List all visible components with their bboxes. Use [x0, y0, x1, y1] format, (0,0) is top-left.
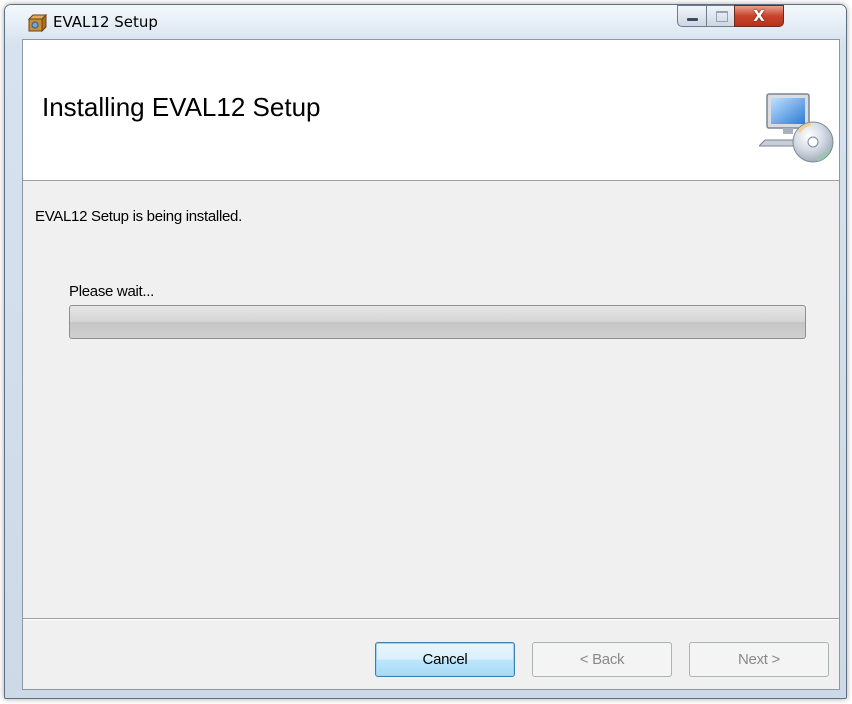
client-area: Installing EVAL12 Setup EVAL12 Setup is …: [22, 39, 840, 690]
minimize-icon: [687, 18, 698, 21]
window-title: EVAL12 Setup: [53, 13, 158, 31]
installer-box-icon: [27, 13, 47, 33]
close-button[interactable]: X: [734, 5, 784, 27]
install-progress-bar: [69, 305, 806, 339]
minimize-button[interactable]: [677, 5, 707, 27]
close-icon: X: [753, 7, 765, 25]
footer-divider: [23, 618, 839, 620]
install-status-text: EVAL12 Setup is being installed.: [35, 208, 242, 225]
back-button[interactable]: < Back: [532, 642, 672, 677]
title-bar[interactable]: EVAL12 Setup X: [5, 5, 846, 37]
installer-window: EVAL12 Setup X Installing EVAL12 Setup E…: [4, 4, 847, 699]
next-button[interactable]: Next >: [689, 642, 829, 677]
please-wait-label: Please wait...: [69, 283, 155, 300]
maximize-button[interactable]: [706, 5, 735, 27]
page-title: Installing EVAL12 Setup: [42, 92, 321, 122]
computer-with-cd-icon: [759, 93, 834, 163]
header-banner: Installing EVAL12 Setup: [23, 40, 839, 181]
maximize-icon: [716, 11, 728, 22]
cancel-button[interactable]: Cancel: [375, 642, 515, 677]
